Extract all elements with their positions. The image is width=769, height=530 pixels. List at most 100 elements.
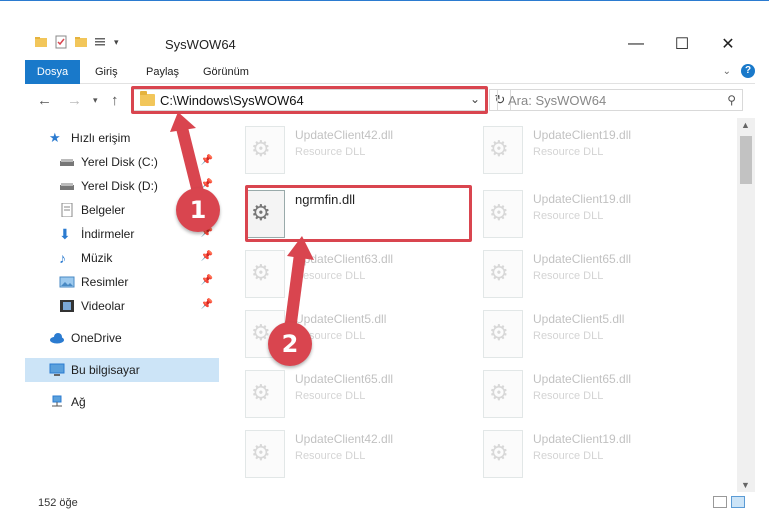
gear-icon: ⚙ [251,136,271,161]
network-icon [49,395,65,409]
file-item[interactable]: ⚙ UpdateClient65.dll Resource DLL [477,244,697,300]
file-item[interactable]: ⚙ UpdateClient42.dll Resource DLL [239,120,459,176]
pin-icon[interactable]: 📌 [201,251,213,262]
computer-icon [49,363,65,377]
search-icon[interactable]: ⚲ [727,93,736,107]
drive-icon [59,155,75,169]
file-description: Resource DLL [533,450,604,462]
tiles-view-icon[interactable] [731,496,745,508]
file-description: Resource DLL [533,330,604,342]
recent-locations-chevron-icon[interactable]: ▾ [93,95,98,106]
search-placeholder: Ara: SysWOW64 [508,93,607,108]
gear-icon: ⚙ [489,136,509,161]
sidebar-item-label: Belgeler [81,203,126,217]
expand-ribbon-icon[interactable]: ⌄ [723,66,731,77]
window-title: SysWOW64 [165,37,236,52]
music-icon: ♪ [59,250,66,266]
gear-icon: ⚙ [251,260,271,285]
file-item[interactable]: ⚙ UpdateClient63.dll Resource DLL [239,244,459,300]
tab-file[interactable]: Dosya [25,60,80,84]
gear-icon: ⚙ [489,440,509,465]
details-view-icon[interactable] [713,496,727,508]
scrollbar-thumb[interactable] [740,136,752,184]
tab-view[interactable]: Görünüm [203,60,249,84]
file-description: Resource DLL [295,450,366,462]
sidebar-item-label: Ağ [71,395,86,409]
maximize-button[interactable]: ☐ [659,31,705,57]
sidebar-item-quick-access[interactable]: ★ Hızlı erişim [25,126,219,150]
help-icon[interactable]: ? [741,64,755,78]
customize-toolbar-icon[interactable] [94,35,108,49]
pin-icon[interactable]: 📌 [201,275,213,286]
video-icon [59,299,75,313]
up-arrow-icon[interactable]: ↑ [111,92,119,109]
file-item[interactable]: ⚙ UpdateClient19.dll Resource DLL [477,184,697,240]
close-button[interactable]: ✕ [705,31,751,57]
quick-access-toolbar: ▾ [34,35,119,49]
gear-icon: ⚙ [489,380,509,405]
tab-home[interactable]: Giriş [95,60,118,84]
sidebar-item-label: Resimler [81,275,129,289]
sidebar-item-this-pc[interactable]: Bu bilgisayar [25,358,219,382]
back-arrow-icon[interactable]: ← [37,92,52,109]
cloud-icon [49,331,65,345]
sidebar-item-label: Yerel Disk (D:) [81,179,158,193]
file-description: Resource DLL [533,210,604,222]
file-name: UpdateClient19.dll [533,128,632,142]
sidebar-item-local-disk-c[interactable]: Yerel Disk (C:) 📌 [25,150,219,174]
ribbon-controls: ⌄ ? [723,64,755,78]
file-item[interactable]: ⚙ UpdateClient65.dll Resource DLL [477,364,697,420]
file-name: UpdateClient65.dll [533,372,632,386]
forward-arrow-icon[interactable]: → [67,92,82,109]
scroll-up-icon[interactable]: ▲ [741,120,750,130]
step-badge-2: 2 [268,322,312,366]
file-item[interactable]: ⚙ UpdateClient42.dll Resource DLL [239,424,459,480]
navigation-pane: ★ Hızlı erişim Yerel Disk (C:) 📌 Yerel D… [25,118,219,492]
sidebar-item-label: Hızlı erişim [71,131,131,145]
sidebar-item-label: Videolar [81,299,125,313]
sidebar-item-label: Yerel Disk (C:) [81,155,158,169]
pin-icon[interactable]: 📌 [201,155,213,166]
tab-share[interactable]: Paylaş [146,60,179,84]
file-description: Resource DLL [295,146,366,158]
file-list: ⚙ UpdateClient42.dll Resource DLL ⚙ ngrm… [219,118,737,492]
sidebar-item-onedrive[interactable]: OneDrive [25,326,219,350]
sidebar-item-music[interactable]: ♪ Müzik 📌 [25,246,219,270]
file-item[interactable]: ⚙ UpdateClient19.dll Resource DLL [477,120,697,176]
file-description: Resource DLL [295,390,366,402]
file-name: UpdateClient42.dll [295,432,394,446]
scroll-down-icon[interactable]: ▼ [741,480,750,490]
file-item[interactable]: ⚙ UpdateClient5.dll Resource DLL [477,304,697,360]
file-item[interactable]: ⚙ UpdateClient19.dll Resource DLL [477,424,697,480]
sidebar-item-label: Bu bilgisayar [71,363,140,377]
sidebar-item-pictures[interactable]: Resimler 📌 [25,270,219,294]
file-name: UpdateClient19.dll [533,192,632,206]
new-folder-icon[interactable] [74,35,88,49]
download-icon: ⬇ [59,226,71,242]
address-bar-highlight [131,86,488,114]
file-highlight [245,185,472,242]
file-description: Resource DLL [533,146,604,158]
file-name: UpdateClient5.dll [295,312,387,326]
properties-icon[interactable] [54,35,68,49]
gear-icon: ⚙ [489,200,509,225]
file-description: Resource DLL [533,270,604,282]
file-description: Resource DLL [533,390,604,402]
sidebar-item-videos[interactable]: Videolar 📌 [25,294,219,318]
ribbon: Dosya Giriş Paylaş Görünüm ⌄ ? [25,60,755,84]
file-name: UpdateClient63.dll [295,252,394,266]
sidebar-item-network[interactable]: Ağ [25,390,219,414]
search-input[interactable]: Ara: SysWOW64 ⚲ [497,89,743,111]
file-item[interactable]: ⚙ UpdateClient65.dll Resource DLL [239,364,459,420]
gear-icon: ⚙ [251,440,271,465]
step-badge-1: 1 [176,188,220,232]
title-bar: ▾ SysWOW64 — ☐ ✕ [0,0,769,60]
gear-icon: ⚙ [489,320,509,345]
folder-icon[interactable] [34,35,48,49]
sidebar-item-label: İndirmeler [81,227,135,241]
minimize-button[interactable]: — [613,31,659,57]
chevron-down-icon[interactable]: ▾ [114,37,119,48]
window-controls: — ☐ ✕ [613,31,751,57]
pin-icon[interactable]: 📌 [201,299,213,310]
vertical-scrollbar[interactable]: ▲ ▼ [737,118,755,492]
